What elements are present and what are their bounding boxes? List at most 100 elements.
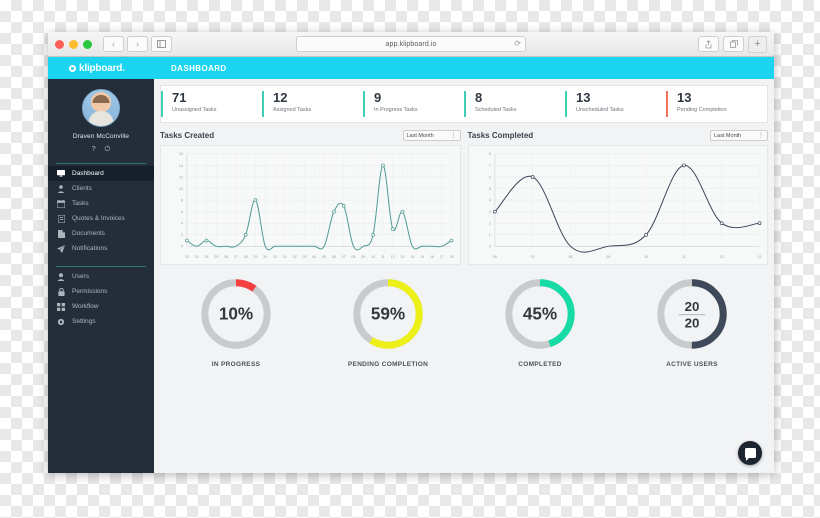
kpi-card: 71 Unassigned Tasks [161,91,262,117]
svg-text:1: 1 [488,233,490,237]
svg-text:12: 12 [719,255,723,259]
range-select-tasks-completed[interactable]: Last Month ⋮ [710,130,768,141]
sidebar-item-label: Tasks [72,200,89,207]
svg-text:8: 8 [488,152,490,156]
svg-text:6: 6 [488,175,490,179]
svg-text:0: 0 [488,245,490,249]
sidebar-item-workflow[interactable]: Workflow [48,299,154,314]
gauge-label: PENDING COMPLETION [347,361,429,368]
svg-text:10%: 10% [219,303,253,323]
klipboard-mark-icon [69,64,76,72]
sidebar-item-label: Permissions [72,288,108,295]
svg-text:08: 08 [352,255,356,259]
sidebar-item-documents[interactable]: Documents [48,226,154,241]
close-window-button[interactable] [55,39,64,49]
secondary-nav: Users Permissions Workflow Settings [48,267,154,329]
plus-icon: + [754,37,761,50]
sidebar-item-label: Documents [72,230,105,237]
kpi-card: 12 Assigned Tasks [262,91,363,117]
gauge-in-progress: 10% IN PROGRESS [160,275,312,368]
sidebar-item-label: Workflow [72,303,99,310]
chart-tasks-completed[interactable]: 0 1 2 3 4 5 6 7 8 06 07 08 09 10 11 12 13 [467,145,768,265]
svg-text:07: 07 [530,255,534,259]
kpi-card: 8 Scheduled Tasks [464,91,565,117]
back-button[interactable]: ‹ [103,36,124,52]
svg-text:28: 28 [244,255,248,259]
monitor-icon [57,170,65,177]
reload-icon[interactable]: ⟳ [514,40,521,48]
donut-chart: 10% [201,279,271,349]
svg-text:09: 09 [361,255,365,259]
sidebar-item-clients[interactable]: Clients [48,181,154,196]
sidebar-item-settings[interactable]: Settings [48,314,154,329]
kpi-value: 12 [273,90,288,105]
sidebar-item-label: Quotes & Invoices [72,215,125,222]
svg-text:14: 14 [179,164,183,168]
sidebar-item-label: Notifications [72,245,108,252]
svg-text:20: 20 [685,299,700,314]
svg-text:11: 11 [682,255,686,259]
svg-text:13: 13 [401,255,405,259]
user-icon [57,272,65,281]
send-icon [57,244,65,253]
avatar-hair [92,95,110,103]
kpi-value: 13 [576,90,591,105]
sidebar-toggle-button[interactable] [151,36,172,52]
primary-nav: Dashboard Clients Tasks Quotes & Invoice… [48,164,154,256]
help-icon[interactable]: ? [92,146,96,153]
kpi-label: Assigned Tasks [273,107,312,113]
kpi-value: 8 [475,90,483,105]
forward-button[interactable]: › [127,36,148,52]
sidebar-item-notifications[interactable]: Notifications [48,241,154,256]
line-chart-svg: 024681012141622 23 24 25 26 27 28 29 30 31 01 02 03 0… [179,152,454,259]
user-actions: ? ⏻ [92,146,110,153]
sidebar-item-quotes-invoices[interactable]: Quotes & Invoices [48,211,154,226]
chat-bubble-button[interactable] [738,441,762,465]
main-content: 71 Unassigned Tasks 12 Assigned Tasks 9 … [154,79,774,473]
gauge-label: ACTIVE USERS [666,361,718,368]
svg-text:2: 2 [488,222,490,226]
svg-text:4: 4 [488,198,490,202]
avatar[interactable] [82,89,120,127]
new-tab-button[interactable]: + [748,35,767,53]
svg-text:30: 30 [263,255,267,259]
kpi-value: 71 [172,90,187,105]
svg-text:05: 05 [322,255,326,259]
minimize-window-button[interactable] [69,39,78,49]
svg-text:13: 13 [757,255,761,259]
gauge-pending-completion: 59% PENDING COMPLETION [312,275,464,368]
svg-text:17: 17 [440,255,444,259]
page-title: DASHBOARD [171,63,227,73]
svg-text:15: 15 [420,255,424,259]
sidebar-item-tasks[interactable]: Tasks [48,196,154,211]
sidebar-item-permissions[interactable]: Permissions [48,284,154,299]
chart-title: Tasks Completed [467,131,534,140]
svg-text:01: 01 [283,255,287,259]
share-icon [705,39,712,48]
power-icon[interactable]: ⏻ [105,146,111,153]
sidebar-item-users[interactable]: Users [48,269,154,284]
svg-text:20: 20 [685,315,700,330]
sidebar-item-label: Users [72,273,89,280]
svg-text:18: 18 [450,255,454,259]
svg-text:7: 7 [488,164,490,168]
gauge-label: IN PROGRESS [211,361,261,368]
range-select-tasks-created[interactable]: Last Month ⋮ [402,130,461,141]
brand-logo[interactable]: klipboard. [48,57,154,79]
address-bar[interactable]: app.klipboard.io ⟳ [296,36,526,52]
user-name: Draven McConville [72,133,130,140]
sidebar-item-dashboard[interactable]: Dashboard [48,166,154,181]
svg-text:0: 0 [181,245,183,249]
svg-text:11: 11 [381,255,385,259]
chevron-updown-icon: ⋮ [450,132,457,139]
svg-text:24: 24 [204,255,208,259]
chart-tasks-created[interactable]: 0 2 4 6 8 10 12 14 16 22 23 24 25 26 27 28 29 30 31 01 02 03 0… [160,145,461,265]
share-button[interactable] [698,36,719,52]
maximize-window-button[interactable] [83,39,92,49]
brand-wordmark: klipboard. [79,62,125,74]
svg-text:10: 10 [371,255,375,259]
show-tabs-button[interactable] [723,36,744,52]
svg-text:4: 4 [181,222,183,226]
svg-text:08: 08 [568,255,572,259]
gauge-completed: 45% COMPLETED [464,275,616,368]
